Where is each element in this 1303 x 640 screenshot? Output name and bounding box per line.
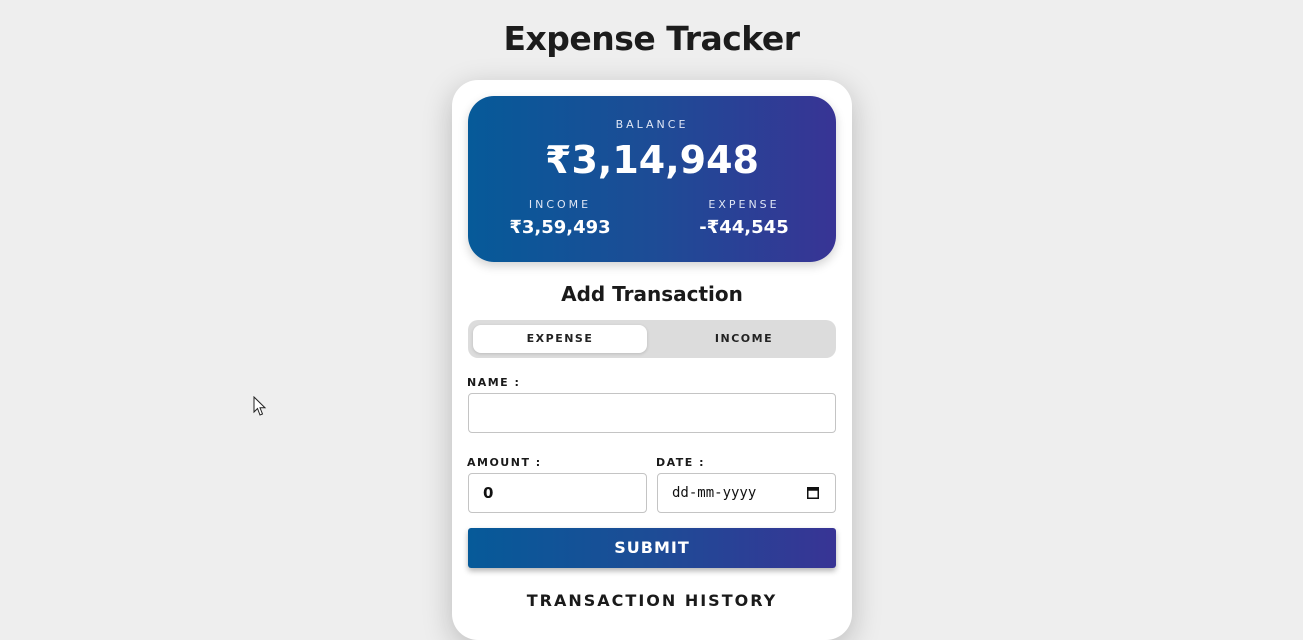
transaction-type-toggle: EXPENSE INCOME bbox=[468, 320, 836, 358]
expense-label: EXPENSE bbox=[708, 198, 780, 211]
balance-card: BALANCE ₹3,14,948 INCOME ₹3,59,493 EXPEN… bbox=[468, 96, 836, 262]
calendar-icon[interactable] bbox=[807, 486, 819, 499]
balance-amount: ₹3,14,948 bbox=[545, 138, 759, 182]
amount-label: AMOUNT : bbox=[467, 456, 542, 469]
submit-button[interactable]: SUBMIT bbox=[468, 528, 836, 568]
name-input[interactable] bbox=[468, 393, 836, 433]
name-label: NAME : bbox=[467, 376, 521, 389]
balance-label: BALANCE bbox=[615, 118, 689, 131]
income-label: INCOME bbox=[528, 198, 592, 211]
income-stat: INCOME ₹3,59,493 bbox=[468, 198, 652, 240]
date-placeholder: dd-mm-yyyy bbox=[672, 485, 757, 501]
add-transaction-title: Add Transaction bbox=[561, 282, 743, 306]
transaction-history-title: TRANSACTION HISTORY bbox=[526, 591, 778, 610]
date-input[interactable]: dd-mm-yyyy bbox=[657, 473, 836, 513]
expense-value: -₹44,545 bbox=[699, 217, 789, 238]
page-title: Expense Tracker bbox=[503, 19, 800, 58]
income-value: ₹3,59,493 bbox=[509, 217, 611, 238]
expense-stat: EXPENSE -₹44,545 bbox=[652, 198, 836, 240]
mouse-pointer-icon bbox=[253, 396, 267, 416]
expense-toggle-button[interactable]: EXPENSE bbox=[473, 325, 647, 353]
income-toggle-button[interactable]: INCOME bbox=[657, 325, 831, 353]
tracker-card: BALANCE ₹3,14,948 INCOME ₹3,59,493 EXPEN… bbox=[452, 80, 852, 640]
date-label: DATE : bbox=[656, 456, 706, 469]
amount-input[interactable]: 0 bbox=[468, 473, 647, 513]
